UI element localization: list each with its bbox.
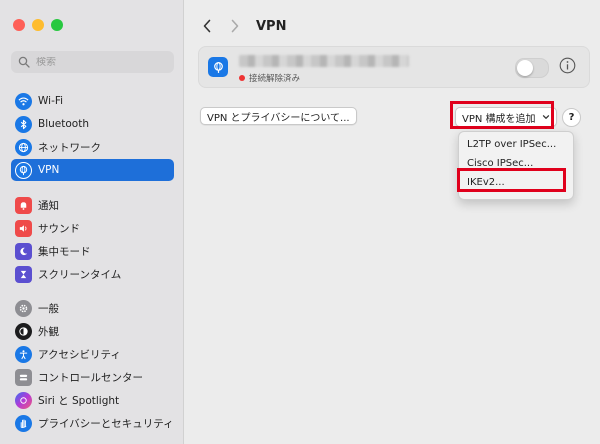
sidebar-item-control-center[interactable]: コントロールセンター bbox=[11, 366, 174, 388]
siri-icon bbox=[15, 391, 32, 409]
vpn-status-text: 接続解除済み bbox=[249, 74, 301, 84]
speaker-icon bbox=[15, 219, 32, 237]
main-content: VPN 接続解除済み VPN とプライバシーについて... VPN 構成を追加 bbox=[184, 0, 600, 444]
vpn-name-redacted bbox=[239, 55, 409, 67]
sidebar-item-label: ネットワーク bbox=[38, 141, 101, 154]
sidebar-group-network: Wi-Fi Bluetooth ネットワーク VPN bbox=[11, 90, 174, 182]
sidebar-item-general[interactable]: 一般 bbox=[11, 297, 174, 319]
sidebar-item-bluetooth[interactable]: Bluetooth bbox=[11, 113, 174, 135]
search-box[interactable] bbox=[11, 51, 174, 73]
sidebar-item-label: Bluetooth bbox=[38, 118, 89, 130]
sidebar-item-sound[interactable]: サウンド bbox=[11, 217, 174, 239]
control-center-icon bbox=[15, 368, 32, 386]
minimize-window-button[interactable] bbox=[32, 19, 44, 31]
sidebar: Wi-Fi Bluetooth ネットワーク VPN bbox=[0, 0, 184, 444]
help-button[interactable]: ? bbox=[562, 108, 581, 127]
toggle-knob bbox=[517, 60, 533, 76]
sidebar-item-label: スクリーンタイム bbox=[38, 268, 122, 281]
wifi-icon bbox=[15, 92, 32, 110]
sidebar-item-label: Wi-Fi bbox=[38, 95, 64, 107]
hourglass-icon bbox=[15, 265, 32, 283]
sidebar-item-label: 一般 bbox=[38, 302, 59, 315]
highlight-box-ikev2 bbox=[457, 168, 566, 192]
status-dot-icon bbox=[239, 75, 245, 81]
menu-item-l2tp[interactable]: L2TP over IPSec... bbox=[459, 135, 573, 154]
vpn-privacy-button[interactable]: VPN とプライバシーについて... bbox=[200, 107, 357, 125]
accessibility-icon bbox=[15, 345, 32, 363]
gear-icon bbox=[15, 299, 32, 317]
vpn-status: 接続解除済み bbox=[239, 72, 300, 84]
globe-icon bbox=[15, 138, 32, 156]
vpn-connection-card: 接続解除済み bbox=[198, 46, 590, 88]
chevron-right-icon bbox=[231, 19, 239, 33]
sidebar-item-label: アクセシビリティ bbox=[38, 348, 121, 361]
search-input[interactable] bbox=[36, 56, 166, 68]
sidebar-item-privacy-security[interactable]: プライバシーとセキュリティ bbox=[11, 412, 174, 434]
sidebar-item-label: 外観 bbox=[38, 325, 59, 338]
sidebar-item-screen-time[interactable]: スクリーンタイム bbox=[11, 263, 174, 285]
sidebar-item-label: 集中モード bbox=[38, 245, 91, 258]
back-button[interactable] bbox=[198, 17, 216, 35]
moon-icon bbox=[15, 242, 32, 260]
close-window-button[interactable] bbox=[13, 19, 25, 31]
search-icon bbox=[18, 56, 30, 68]
sidebar-item-notifications[interactable]: 通知 bbox=[11, 194, 174, 216]
vpn-toggle[interactable] bbox=[515, 58, 549, 78]
sidebar-item-label: 通知 bbox=[38, 199, 59, 212]
sidebar-item-focus[interactable]: 集中モード bbox=[11, 240, 174, 262]
vpn-icon bbox=[15, 161, 32, 179]
highlight-box-add-button bbox=[450, 101, 554, 129]
forward-button[interactable] bbox=[226, 17, 244, 35]
appearance-icon bbox=[15, 322, 32, 340]
sidebar-group-system: 一般 外観 アクセシビリティ コントロールセンター Siri と Spotlig… bbox=[11, 297, 174, 435]
chevron-left-icon bbox=[203, 19, 211, 33]
sidebar-item-label: Siri と Spotlight bbox=[38, 394, 120, 407]
sidebar-item-siri-spotlight[interactable]: Siri と Spotlight bbox=[11, 389, 174, 411]
window-controls bbox=[13, 19, 63, 31]
vpn-connection-icon bbox=[208, 57, 228, 77]
sidebar-item-vpn[interactable]: VPN bbox=[11, 159, 174, 181]
sidebar-item-label: VPN bbox=[38, 164, 60, 176]
sidebar-item-wifi[interactable]: Wi-Fi bbox=[11, 90, 174, 112]
sidebar-item-accessibility[interactable]: アクセシビリティ bbox=[11, 343, 174, 365]
sidebar-item-label: コントロールセンター bbox=[38, 371, 143, 384]
toolbar: VPN bbox=[198, 14, 286, 38]
sidebar-group-notifications: 通知 サウンド 集中モード スクリーンタイム bbox=[11, 194, 174, 286]
sidebar-item-network[interactable]: ネットワーク bbox=[11, 136, 174, 158]
settings-window: Wi-Fi Bluetooth ネットワーク VPN bbox=[0, 0, 600, 444]
page-title: VPN bbox=[256, 18, 287, 34]
sidebar-item-label: サウンド bbox=[38, 222, 80, 235]
sidebar-item-appearance[interactable]: 外観 bbox=[11, 320, 174, 342]
info-icon[interactable] bbox=[559, 57, 576, 74]
bluetooth-icon bbox=[15, 115, 32, 133]
hand-icon bbox=[15, 414, 32, 432]
sidebar-item-label: プライバシーとセキュリティ bbox=[38, 417, 174, 430]
zoom-window-button[interactable] bbox=[51, 19, 63, 31]
bell-icon bbox=[15, 196, 32, 214]
